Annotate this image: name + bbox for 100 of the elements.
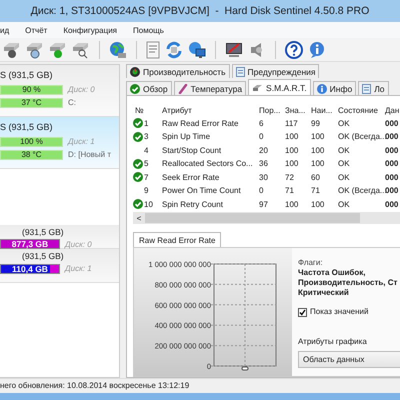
table-cell-text: 000	[385, 159, 400, 168]
disk-card[interactable]: S (931,5 GB) 100 % Диск: 1 38 °C D: [Новый т	[0, 117, 119, 169]
table-cell-text: OK	[338, 200, 351, 209]
table-cell-text: 000	[385, 118, 400, 128]
flags-text: Критический	[298, 288, 350, 298]
menu-item[interactable]: Помощь	[133, 26, 164, 34]
table-cell-text: 100	[285, 159, 300, 168]
partition-card[interactable]: (931,5 GB) 877,3 GB Диск: 0	[0, 225, 119, 249]
table-cell-text: Seek Error Rate	[162, 172, 220, 182]
usage-bar: 877,3 GB	[0, 239, 60, 249]
table-cell-text: 0	[259, 186, 264, 196]
monitor-icon[interactable]	[225, 40, 243, 58]
table-cell-text: 100	[311, 200, 326, 209]
table-cell-text: 117	[285, 118, 299, 128]
table-cell-text: Spin Retry Count	[162, 200, 224, 209]
table-cell-text: 100	[311, 146, 326, 155]
table-cell-text: Spin Up Time	[162, 132, 212, 142]
table-cell-text: 71	[285, 186, 295, 196]
refresh-icon[interactable]	[165, 40, 183, 58]
scroll-left-button[interactable]: <	[133, 214, 145, 223]
table-cell: 9	[144, 186, 148, 196]
checkbox-label: Показ значений	[310, 307, 368, 317]
table-cell: 10	[144, 200, 153, 209]
table-cell-text: 60	[311, 172, 321, 182]
x-marker	[242, 366, 248, 370]
table-cell-text: 30	[259, 172, 269, 182]
disk-icon[interactable]	[72, 40, 90, 58]
status-text: него обновления: 10.08.2014 воскресенье 13:12:19	[0, 381, 190, 391]
disk-icon[interactable]	[49, 40, 67, 58]
table-cell-text: 100	[285, 132, 300, 142]
health-bar: 100 %	[0, 136, 63, 146]
tab[interactable]: Инфо	[312, 81, 356, 95]
check-icon	[133, 172, 143, 182]
table-cell: 1	[144, 118, 148, 128]
usage-bar: 110,4 GB	[0, 264, 60, 274]
window-title: Диск: 1, ST31000524AS [9VPBVJCM] - Hard Disk Sentinel 4.50.8 PRO	[30, 5, 370, 17]
table-cell-text: 100	[285, 200, 300, 209]
tab[interactable]: Обзор	[126, 81, 172, 95]
table-cell-text: 97	[259, 200, 269, 209]
tab[interactable]: Ло	[358, 81, 389, 95]
flags-text: Частота Ошибок,	[298, 268, 366, 278]
partition-card[interactable]: (931,5 GB) 110,4 GB Диск: 1	[0, 249, 119, 283]
column-header[interactable]: Состояние	[338, 106, 385, 115]
temperature-bar: 37 °C	[0, 98, 63, 108]
flags-text: Производительность, Ст	[298, 278, 398, 288]
table-cell-text: 000	[385, 132, 400, 142]
health-bar: 90 %	[0, 84, 63, 94]
check-icon	[133, 118, 143, 128]
network-icon[interactable]	[188, 40, 206, 58]
tab[interactable]: S.M.A.R.T.	[248, 79, 311, 95]
column-header[interactable]: Пор...	[259, 106, 285, 115]
table-cell-text: OK	[338, 146, 351, 155]
temperature-bar: 38 °C	[0, 150, 63, 160]
tab[interactable]: Предупреждения	[232, 64, 320, 78]
table-cell-text: 36	[259, 159, 269, 168]
dropdown[interactable]: Область данных	[298, 351, 400, 368]
table-cell: 3	[144, 132, 148, 142]
check-icon	[133, 199, 143, 210]
disk-icon[interactable]	[3, 40, 21, 58]
table-cell: 7	[144, 172, 148, 182]
table-cell: 4	[144, 146, 148, 155]
table-cell-text: OK	[338, 172, 351, 182]
disk-icon	[252, 84, 264, 92]
drive-label: C:	[68, 98, 76, 107]
tab[interactable]: Производительность	[126, 64, 230, 78]
info-icon[interactable]	[308, 40, 326, 58]
menu-item[interactable]: Конфигурация	[63, 26, 117, 34]
checkbox[interactable]	[298, 308, 307, 316]
help-icon[interactable]	[285, 40, 303, 58]
disk-icon[interactable]	[26, 40, 44, 58]
document-icon	[362, 84, 372, 94]
table-cell-text: Raw Read Error Rate	[162, 118, 240, 128]
document-icon	[236, 66, 245, 76]
menu-item[interactable]: ид	[0, 26, 10, 34]
drive-label: D: [Новый т	[68, 150, 112, 159]
disk-title: S (931,5 GB)	[0, 69, 54, 82]
column-header[interactable]: №	[133, 106, 162, 115]
table-cell-text: 72	[285, 172, 295, 182]
table-cell: 5	[144, 159, 148, 168]
table-cell: OK (Всегда...	[338, 132, 385, 142]
column-header[interactable]: Дан	[385, 106, 400, 115]
table-cell-text: 100	[311, 159, 326, 168]
document-icon[interactable]	[146, 40, 160, 58]
menu-item[interactable]: Отчёт	[25, 26, 48, 34]
globe-icon[interactable]	[109, 40, 127, 58]
column-header[interactable]: Зна...	[285, 106, 311, 115]
tab[interactable]: Температура	[174, 81, 246, 95]
table-cell-text: OK	[338, 118, 351, 128]
table-cell: OK (Всегда...	[338, 186, 385, 196]
disk-number: Диск: 0	[68, 85, 95, 94]
flags-label: Флаги:	[298, 258, 324, 268]
column-header[interactable]: Наи...	[311, 106, 338, 115]
table-cell-text: Power On Time Count	[162, 186, 242, 196]
disk-number: Диск: 1	[68, 137, 95, 146]
horizontal-scrollbar[interactable]: <	[133, 212, 400, 224]
table-cell-text: 000	[385, 172, 400, 182]
disk-card[interactable]: S (931,5 GB) 90 % Диск: 0 37 °C C:	[0, 65, 119, 117]
table-cell-text: 000	[385, 146, 400, 155]
check-icon	[133, 132, 143, 142]
column-header[interactable]: Атрибут	[162, 106, 259, 115]
